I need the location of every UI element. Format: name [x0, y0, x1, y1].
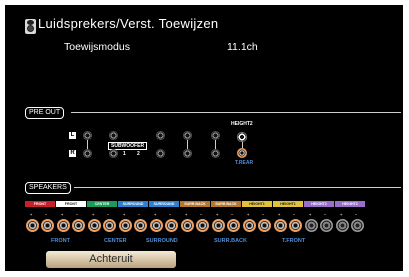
preout-jack: [183, 149, 192, 158]
page-title: Luidsprekers/Verst. Toewijzen: [38, 16, 219, 31]
preout-section-label: PRE OUT: [25, 107, 65, 119]
speaker-terminal: [305, 219, 318, 232]
terminal-polarity-mark: −: [262, 212, 265, 217]
terminal-polarity-mark: +: [92, 212, 95, 217]
terminal-polarity-mark: −: [293, 212, 296, 217]
speaker-channel-chip: FRONT: [56, 201, 86, 207]
speaker-terminal: [336, 219, 349, 232]
preout-jack: [211, 131, 220, 140]
subwoofer-2-label: 2: [137, 151, 140, 157]
terminal-polarity-mark: −: [200, 212, 203, 217]
speaker-group-label: T.FRONT: [282, 238, 306, 244]
speaker-terminal: [103, 219, 116, 232]
terminal-polarity-mark: −: [107, 212, 110, 217]
back-button[interactable]: Achteruit: [46, 251, 176, 268]
speaker-channel-chip: HEIGHT2: [335, 201, 365, 207]
right-channel-label: R: [69, 150, 76, 157]
terminal-polarity-mark: −: [231, 212, 234, 217]
speaker-terminal: [212, 219, 225, 232]
speaker-terminal: [119, 219, 132, 232]
speaker-terminal: [181, 219, 194, 232]
preout-jack: [183, 131, 192, 140]
speaker-group-label: FRONT: [51, 238, 70, 244]
speaker-channel-chip: HEIGHT1: [273, 201, 303, 207]
terminal-polarity-mark: −: [45, 212, 48, 217]
terminal-polarity-mark: −: [324, 212, 327, 217]
preout-jack: [109, 131, 118, 140]
terminal-polarity-mark: +: [61, 212, 64, 217]
jack-connector: [87, 140, 88, 149]
speaker-terminal: [320, 219, 333, 232]
speaker-group-label: SURROUND: [146, 238, 178, 244]
terminal-polarity-mark: −: [76, 212, 79, 217]
speaker-terminal: [57, 219, 70, 232]
subwoofer-2-jack: [156, 149, 165, 158]
speaker-terminal: [41, 219, 54, 232]
speaker-channel-chip: CENTER: [87, 201, 117, 207]
speaker-channel-chip: SURROUND: [118, 201, 148, 207]
speaker-channel-chip: SURROUND: [149, 201, 179, 207]
speaker-terminal: [258, 219, 271, 232]
speaker-group-label: CENTER: [104, 238, 127, 244]
terminal-polarity-mark: −: [169, 212, 172, 217]
jack-connector: [187, 140, 188, 149]
subwoofer-1-jack: [109, 149, 118, 158]
jack-connector: [215, 140, 216, 149]
speaker-group-label: SURR.BACK: [214, 238, 247, 244]
speaker-terminal: [243, 219, 256, 232]
speaker-icon: [25, 19, 36, 34]
terminal-polarity-mark: +: [123, 212, 126, 217]
assign-mode-label: Toewijsmodus: [64, 41, 130, 53]
assign-mode-value[interactable]: 11.1ch: [227, 41, 258, 53]
speaker-terminal: [72, 219, 85, 232]
preout-jack: [156, 131, 165, 140]
terminal-polarity-mark: +: [154, 212, 157, 217]
terminal-polarity-mark: +: [30, 212, 33, 217]
height2-jack-right: [237, 148, 247, 158]
jack-connector: [242, 142, 243, 148]
speaker-terminal: [150, 219, 163, 232]
speaker-channel-chip: SURR.BACK: [211, 201, 241, 207]
speaker-terminal: [289, 219, 302, 232]
speaker-terminal: [227, 219, 240, 232]
terminal-polarity-mark: +: [309, 212, 312, 217]
height2-jack-left: [237, 132, 247, 142]
speaker-terminal: [134, 219, 147, 232]
speaker-channel-chip: FRONT: [25, 201, 55, 207]
speaker-terminal: [274, 219, 287, 232]
assign-screen: Luidsprekers/Verst. Toewijzen Toewijsmod…: [5, 5, 403, 271]
speaker-terminal: [165, 219, 178, 232]
speaker-terminal: [26, 219, 39, 232]
terminal-polarity-mark: +: [185, 212, 188, 217]
terminal-polarity-mark: +: [340, 212, 343, 217]
speakers-divider: [74, 187, 401, 188]
height2-label: HEIGHT2: [231, 121, 253, 127]
speakers-section-label: SPEAKERS: [25, 182, 71, 194]
speaker-terminal: [351, 219, 364, 232]
preout-divider: [71, 112, 401, 113]
speaker-terminal: [196, 219, 209, 232]
trear-label: T.REAR: [235, 160, 254, 166]
terminal-polarity-mark: −: [355, 212, 358, 217]
terminal-polarity-mark: +: [247, 212, 250, 217]
terminal-polarity-mark: +: [216, 212, 219, 217]
speaker-channel-chip: SURR.BACK: [180, 201, 210, 207]
left-channel-label: L: [69, 132, 76, 139]
speaker-terminal: [88, 219, 101, 232]
speaker-channel-chip: HEIGHT2: [304, 201, 334, 207]
speaker-channel-chip: HEIGHT1: [242, 201, 272, 207]
preout-jack: [211, 149, 220, 158]
preout-jack: [83, 149, 92, 158]
subwoofer-1-label: 1: [123, 151, 126, 157]
terminal-polarity-mark: −: [138, 212, 141, 217]
terminal-polarity-mark: +: [278, 212, 281, 217]
preout-jack: [83, 131, 92, 140]
